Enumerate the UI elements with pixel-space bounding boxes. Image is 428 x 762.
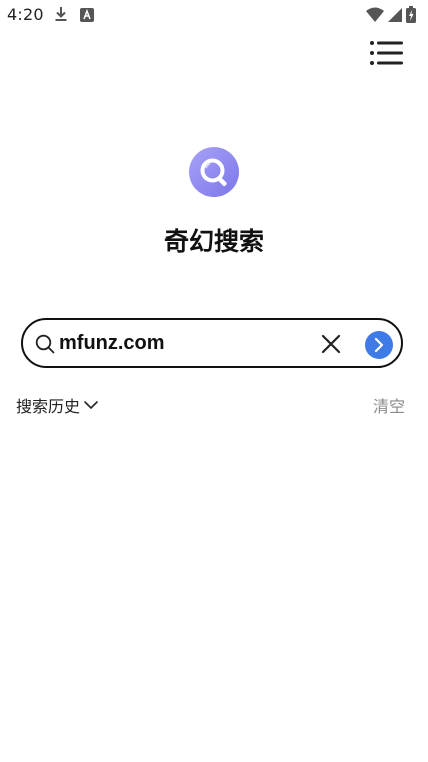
clear-input-button[interactable] xyxy=(320,333,342,355)
list-menu-icon xyxy=(369,40,403,70)
download-icon xyxy=(54,6,68,26)
search-icon xyxy=(35,334,55,354)
search-history-label: 搜索历史 xyxy=(16,397,81,416)
close-icon xyxy=(321,334,341,354)
clear-history-button[interactable]: 清空 xyxy=(373,393,405,417)
status-time: 4:20 xyxy=(7,5,44,24)
menu-button[interactable] xyxy=(368,40,404,70)
chevron-right-icon xyxy=(374,337,384,353)
search-go-button[interactable] xyxy=(365,331,393,359)
app-title: 奇幻搜索 xyxy=(163,227,264,256)
status-right-icons xyxy=(366,6,416,27)
status-left-icons xyxy=(54,6,94,26)
signal-icon xyxy=(388,7,402,27)
search-input[interactable] xyxy=(59,328,309,358)
wifi-icon xyxy=(366,7,384,27)
search-history-toggle[interactable]: 搜索历史 xyxy=(16,393,99,417)
search-box[interactable] xyxy=(21,318,403,368)
status-bar: 4:20 xyxy=(0,0,428,30)
a-icon xyxy=(80,7,94,26)
battery-icon xyxy=(406,6,416,27)
magnifier-logo-icon xyxy=(188,146,240,198)
chevron-down-icon xyxy=(83,396,99,415)
